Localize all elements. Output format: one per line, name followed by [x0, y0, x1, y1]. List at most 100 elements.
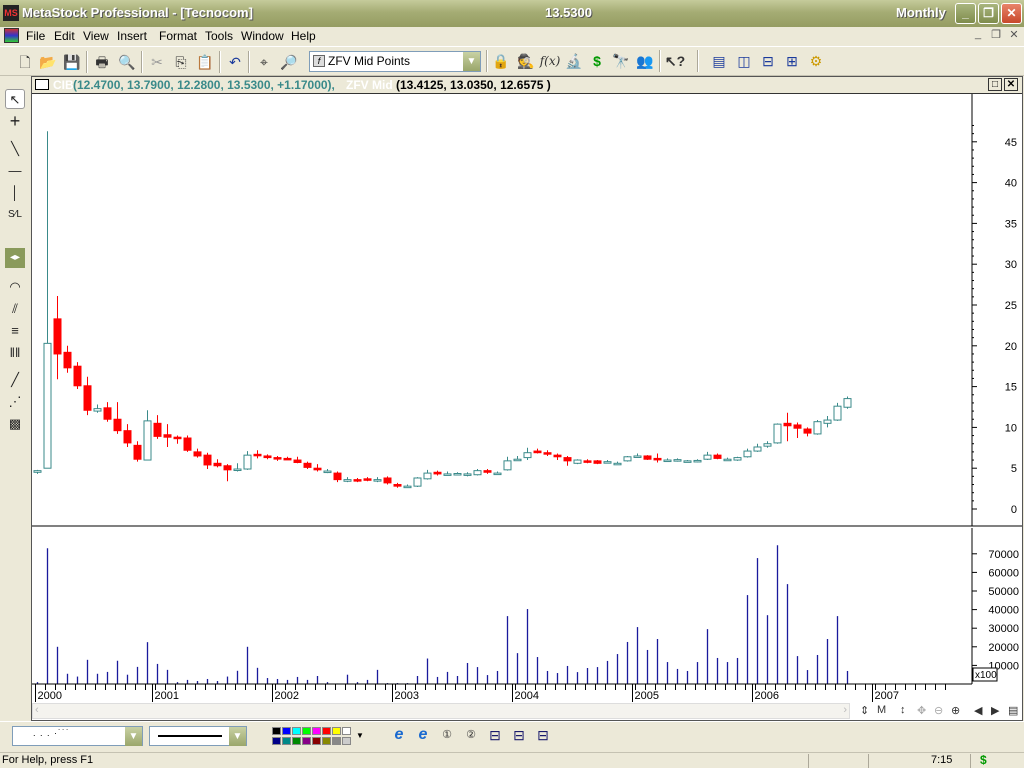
- price-volume-chart[interactable]: 0510152025303540451000020000300004000050…: [32, 94, 1022, 704]
- menu-help[interactable]: Help: [291, 29, 316, 43]
- menu-view[interactable]: View: [83, 29, 109, 43]
- fan-icon[interactable]: ⫽: [5, 299, 25, 319]
- retracement-icon[interactable]: ≡: [5, 321, 25, 341]
- palette-dropdown-icon[interactable]: ▼: [356, 731, 364, 740]
- internet-icon[interactable]: e: [388, 724, 410, 746]
- chart-maximize-button[interactable]: □: [988, 78, 1002, 91]
- horizontal-scrollbar[interactable]: ‹ ›: [32, 703, 850, 719]
- time-zones-icon[interactable]: ‖‖: [5, 343, 25, 363]
- app-icon[interactable]: MS: [3, 5, 19, 21]
- crosshair-tool-icon[interactable]: +: [5, 111, 25, 131]
- palette-color-swatch[interactable]: [272, 727, 281, 735]
- volume-tick-label: 50000: [988, 586, 1019, 598]
- close-button[interactable]: ✕: [1001, 3, 1022, 24]
- candle-down: [543, 452, 552, 455]
- cascade-icon[interactable]: ▤: [708, 50, 730, 72]
- explorer-icon[interactable]: 🕵: [515, 50, 537, 72]
- menu-format[interactable]: Format: [159, 29, 197, 43]
- volume-tick-label: 20000: [988, 642, 1019, 654]
- internet-2-icon[interactable]: e: [412, 724, 434, 746]
- dollar-icon[interactable]: $: [586, 50, 608, 72]
- minimize-button[interactable]: _: [955, 3, 976, 24]
- speed-line-icon[interactable]: S⁄L: [5, 205, 25, 225]
- pointer-icon[interactable]: ↖: [5, 89, 25, 109]
- expert-advisor-icon[interactable]: 🔒: [490, 50, 512, 72]
- trendline-icon[interactable]: ╲: [5, 139, 25, 159]
- candle-up: [323, 470, 332, 474]
- palette-color-swatch[interactable]: [322, 727, 331, 735]
- system-tester-icon[interactable]: 🔬: [563, 50, 585, 72]
- tile-vertical-icon[interactable]: ◫: [733, 50, 755, 72]
- palette-color-swatch[interactable]: [342, 737, 351, 745]
- line-style-dropdown[interactable]: . . . ·˙˙˙ ▼: [12, 726, 143, 746]
- arcs-icon[interactable]: ◠: [5, 277, 25, 297]
- chevron-down-icon[interactable]: ▼: [229, 727, 246, 746]
- scroll-left-icon[interactable]: ‹: [35, 704, 39, 716]
- mdi-close-button[interactable]: ✕: [1006, 28, 1022, 43]
- palette-color-swatch[interactable]: [282, 737, 291, 745]
- palette-color-swatch[interactable]: [302, 737, 311, 745]
- tile-horizontal-icon[interactable]: ⊟: [757, 50, 779, 72]
- scroll-right-icon[interactable]: ›: [843, 704, 847, 716]
- mdi-restore-button[interactable]: ❐: [988, 28, 1004, 43]
- toolbar-separator: [697, 50, 699, 72]
- horizontal-line-icon[interactable]: —: [5, 161, 25, 181]
- palette-color-swatch[interactable]: [292, 737, 301, 745]
- palette-color-swatch[interactable]: [342, 727, 351, 735]
- menu-edit[interactable]: Edit: [54, 29, 75, 43]
- line-weight-dropdown[interactable]: ▼: [149, 726, 247, 746]
- zoom-in-icon[interactable]: ⊕: [951, 704, 960, 717]
- gann-fan-icon[interactable]: ⋰: [5, 392, 25, 412]
- zoom-out-icon[interactable]: ⊖: [934, 704, 943, 717]
- gann-grid-icon[interactable]: ▩: [5, 414, 25, 434]
- menu-tools[interactable]: Tools: [205, 29, 233, 43]
- scroll-lock-icon[interactable]: ◂▸: [5, 248, 25, 268]
- status-time: 7:15: [931, 754, 953, 766]
- palette-color-swatch[interactable]: [302, 727, 311, 735]
- toolbar-right: 🔒 🕵 f(x) 🔬 $ 🔭 👥 ↖? ▤ ◫ ⊟ ⊞ ⚙: [0, 46, 1024, 76]
- vertical-scale-icon[interactable]: ↕: [900, 704, 906, 716]
- pane-bottom-icon[interactable]: ⊟: [532, 724, 554, 746]
- palette-color-swatch[interactable]: [282, 727, 291, 735]
- chart-2-icon[interactable]: ②: [460, 724, 482, 746]
- chart-close-button[interactable]: ✕: [1004, 78, 1018, 91]
- tile-grid-icon[interactable]: ⊞: [781, 50, 803, 72]
- monthly-button[interactable]: M: [877, 704, 886, 716]
- menu-window[interactable]: Window: [241, 29, 284, 43]
- palette-color-swatch[interactable]: [332, 737, 341, 745]
- binoculars-icon[interactable]: 🔭: [610, 50, 632, 72]
- candle-up: [413, 477, 422, 487]
- menu-file[interactable]: File: [26, 29, 45, 43]
- chart-1-icon[interactable]: ①: [436, 724, 458, 746]
- pane-split-icon[interactable]: ⊟: [484, 724, 506, 746]
- color-palette[interactable]: [272, 727, 356, 745]
- palette-color-swatch[interactable]: [312, 727, 321, 735]
- users-icon[interactable]: 👥: [634, 50, 656, 72]
- vertical-line-icon[interactable]: │: [5, 183, 25, 203]
- palette-color-swatch[interactable]: [312, 737, 321, 745]
- palette-color-swatch[interactable]: [332, 727, 341, 735]
- status-help-text: For Help, press F1: [2, 754, 94, 766]
- chevron-down-icon[interactable]: ▼: [125, 727, 142, 746]
- page-icon[interactable]: ▤: [1008, 704, 1018, 717]
- scroll-back-icon[interactable]: ◀: [974, 704, 982, 717]
- reset-scale-icon[interactable]: ⇕: [860, 704, 869, 717]
- chart-window-icon[interactable]: [35, 79, 49, 90]
- palette-color-swatch[interactable]: [322, 737, 331, 745]
- layout-settings-icon[interactable]: ⚙: [805, 50, 827, 72]
- palette-color-swatch[interactable]: [292, 727, 301, 735]
- move-icon[interactable]: ✥: [917, 704, 926, 717]
- line-tool-icon[interactable]: ╱: [5, 370, 25, 390]
- mdi-minimize-button[interactable]: _: [970, 28, 986, 43]
- document-icon[interactable]: [4, 28, 19, 43]
- candle-up: [573, 459, 582, 464]
- candle-down: [173, 436, 182, 440]
- palette-color-swatch[interactable]: [272, 737, 281, 745]
- scroll-forward-icon[interactable]: ▶: [991, 704, 999, 717]
- restore-button[interactable]: ❐: [978, 3, 999, 24]
- menu-insert[interactable]: Insert: [117, 29, 147, 43]
- indicator-builder-icon[interactable]: f(x): [539, 50, 561, 72]
- context-help-icon[interactable]: ↖?: [664, 50, 686, 72]
- pane-top-icon[interactable]: ⊟: [508, 724, 530, 746]
- chart-area[interactable]: 0 5 10 15 20 25 30 35 40 45 10000 20000 30000 40000 50…: [32, 94, 1022, 707]
